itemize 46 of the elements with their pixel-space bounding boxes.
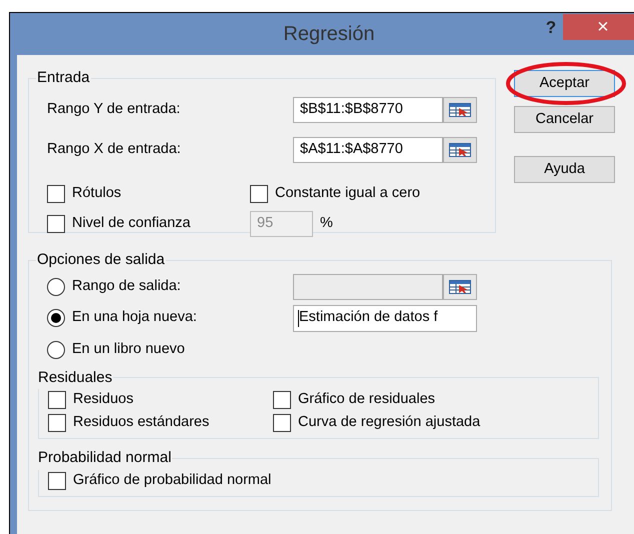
checkbox-label: Residuos (73, 390, 134, 410)
checkbox[interactable] (47, 184, 65, 202)
radio-button[interactable] (47, 309, 65, 327)
checkbox-label: Gráfico de residuales (298, 390, 436, 410)
checkbox[interactable] (47, 214, 65, 232)
radio-label: En un libro nuevo (72, 340, 185, 359)
group-title: Probabilidad normal (37, 448, 172, 468)
window-title: Regresión (283, 22, 375, 47)
radio-button[interactable] (47, 340, 65, 358)
text-cursor (298, 310, 299, 326)
group-title: Entrada (36, 68, 91, 88)
dialog-button[interactable]: Cancelar (514, 106, 615, 133)
dialog-button[interactable]: Aceptar (514, 70, 615, 97)
field-label: Rango Y de entrada: (47, 100, 182, 119)
range-picker-icon (449, 102, 471, 116)
radio-label: Rango de salida: (72, 276, 181, 296)
radio-button[interactable] (47, 278, 65, 296)
group-title: Residuales (37, 368, 114, 388)
close-button[interactable]: × (563, 14, 634, 40)
checkbox-label: Nivel de confianza (72, 214, 190, 233)
checkbox[interactable] (273, 391, 291, 409)
field-label: Rango X de entrada: (47, 140, 182, 159)
group-title: Opciones de salida (36, 250, 166, 270)
checkbox-label: Rótulos (72, 184, 122, 203)
checkbox-label: Gráfico de probabilidad normal (73, 470, 272, 490)
checkbox-label: Residuos estándares (73, 413, 210, 432)
checkbox[interactable] (250, 184, 268, 202)
checkbox[interactable] (48, 391, 66, 409)
radio-label: En una hoja nueva: (72, 308, 197, 328)
range-field[interactable]: $B$11:$B$8770 (293, 96, 443, 122)
range-picker-button[interactable] (443, 274, 477, 300)
range-picker-button[interactable] (443, 136, 477, 162)
range-field[interactable]: $A$11:$A$8770 (293, 136, 443, 162)
help-button[interactable]: ? (538, 15, 564, 41)
field-value: Estimación de datos f (299, 308, 438, 328)
checkbox[interactable] (48, 414, 66, 432)
checkbox-label: Constante igual a cero (275, 184, 420, 203)
checkbox[interactable] (48, 472, 66, 490)
checkbox-label: Curva de regresión ajustada (298, 413, 480, 432)
range-picker-icon (449, 280, 471, 294)
range-picker-button[interactable] (443, 96, 477, 122)
percent-sign: % (320, 214, 333, 233)
dialog-button[interactable]: Ayuda (514, 156, 615, 183)
sheet-name-field[interactable]: Estimación de datos f (293, 304, 477, 332)
range-picker-icon (449, 142, 471, 156)
checkbox[interactable] (273, 414, 291, 432)
